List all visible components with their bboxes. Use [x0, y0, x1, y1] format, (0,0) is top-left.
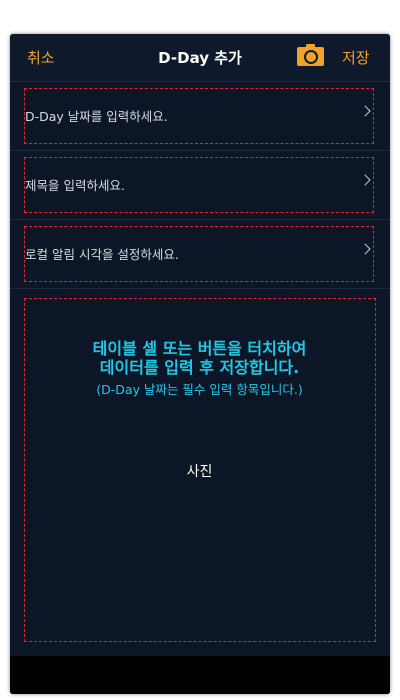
- photo-area[interactable]: 테이블 셀 또는 버튼을 터치하여 데이터를 입력 후 저장합니다. (D-Da…: [24, 298, 376, 642]
- cell-title[interactable]: 제목을 입력하세요.: [10, 151, 390, 220]
- instruction-text: 테이블 셀 또는 버튼을 터치하여 데이터를 입력 후 저장합니다.: [25, 339, 374, 377]
- camera-icon[interactable]: [297, 44, 324, 66]
- cell-label: 로컬 알림 시각을 설정하세요.: [25, 247, 179, 262]
- cell-label: D-Day 날짜를 입력하세요.: [25, 109, 168, 124]
- instruction-line-1: 테이블 셀 또는 버튼을 터치하여: [92, 339, 307, 358]
- camera-lens-icon: [304, 50, 318, 64]
- instruction-line-2: 데이터를 입력 후 저장합니다.: [99, 358, 300, 377]
- cell-label: 제목을 입력하세요.: [25, 178, 125, 193]
- instruction-note: (D-Day 날짜는 필수 입력 항목입니다.): [96, 382, 303, 397]
- photo-label: 사진: [186, 464, 213, 480]
- navigation-bar: 취소 D-Day 추가 저장: [10, 34, 390, 82]
- app-screen: 취소 D-Day 추가 저장 D-Day 날짜를 입력하세요. 제목을 입력하세…: [10, 34, 390, 694]
- save-button[interactable]: 저장: [342, 47, 370, 68]
- cell-local-alarm[interactable]: 로컬 알림 시각을 설정하세요.: [10, 220, 390, 289]
- cell-dday-date[interactable]: D-Day 날짜를 입력하세요.: [10, 82, 390, 151]
- bottom-bar: [10, 656, 390, 694]
- camera-icon-top: [306, 44, 315, 48]
- page-title: D-Day 추가: [158, 49, 242, 67]
- cancel-button[interactable]: 취소: [27, 47, 55, 68]
